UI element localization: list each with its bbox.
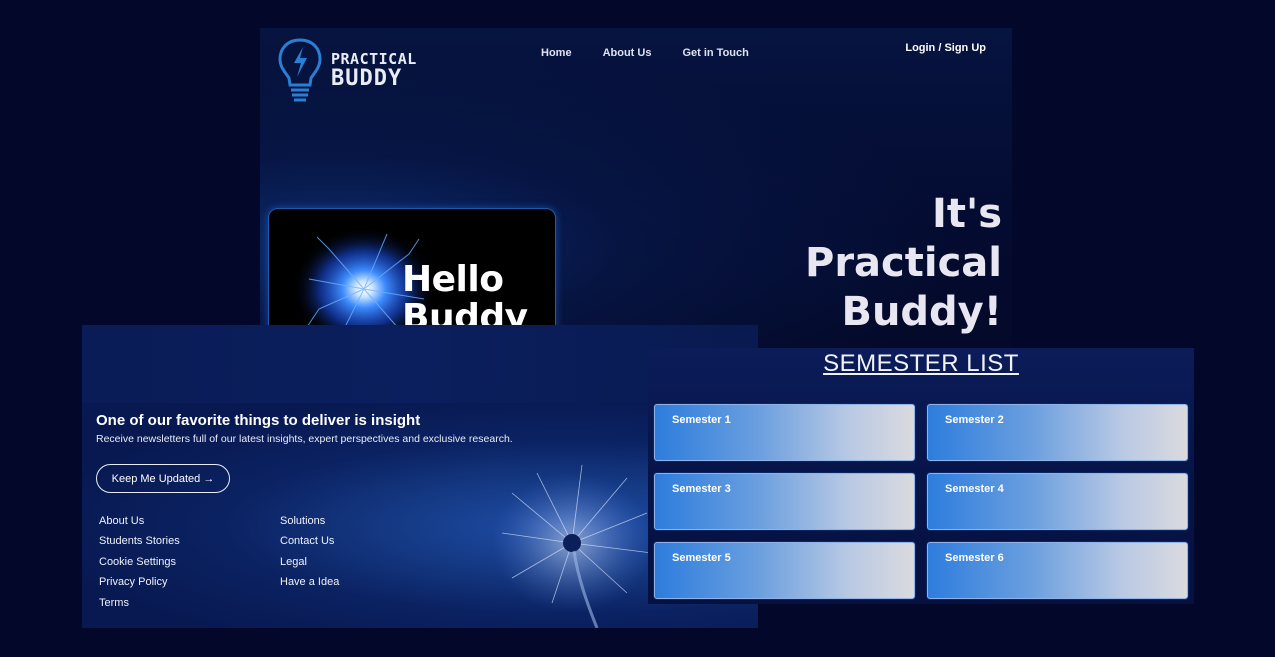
keep-me-updated-button[interactable]: Keep Me Updated → [96, 464, 230, 493]
footer-link-contact-us[interactable]: Contact Us [280, 535, 339, 555]
footer-link-about-us[interactable]: About Us [99, 515, 180, 535]
footer-link-legal[interactable]: Legal [280, 556, 339, 576]
nav-home[interactable]: Home [541, 47, 572, 59]
brand-name: PRACTICAL BUDDY [331, 49, 417, 92]
semester-grid: Semester 1 Semester 2 Semester 3 Semeste… [654, 404, 1188, 599]
footer-link-cookie-settings[interactable]: Cookie Settings [99, 556, 180, 576]
brand-line-1: PRACTICAL [331, 49, 417, 68]
semester-card-5[interactable]: Semester 5 [654, 542, 915, 599]
main-nav: Home About Us Get in Touch [541, 47, 749, 59]
newsletter-subtitle: Receive newsletters full of our latest i… [96, 433, 513, 445]
semester-card-3[interactable]: Semester 3 [654, 473, 915, 530]
lightbulb-bolt-icon [278, 38, 322, 102]
footer-link-have-a-idea[interactable]: Have a Idea [280, 576, 339, 596]
nav-get-in-touch[interactable]: Get in Touch [682, 47, 748, 59]
semester-list-panel: SEMESTER LIST Semester 1 Semester 2 Seme… [648, 348, 1194, 604]
footer-link-solutions[interactable]: Solutions [280, 515, 339, 535]
semester-card-6[interactable]: Semester 6 [927, 542, 1188, 599]
hero-tagline: It's Practical Buddy! [805, 190, 1002, 337]
keep-me-updated-label: Keep Me Updated → [111, 472, 215, 485]
tagline-line-1: It's [931, 191, 1002, 237]
footer-link-terms[interactable]: Terms [99, 597, 180, 617]
nav-about-us[interactable]: About Us [603, 47, 652, 59]
footer-links-col1: About Us Students Stories Cookie Setting… [99, 515, 180, 617]
semester-card-4[interactable]: Semester 4 [927, 473, 1188, 530]
login-signup-link[interactable]: Login / Sign Up [905, 42, 986, 54]
newsletter-title: One of our favorite things to deliver is… [96, 412, 421, 429]
footer-link-students-stories[interactable]: Students Stories [99, 535, 180, 555]
tagline-line-2: Practical [805, 240, 1002, 286]
tagline-line-3: Buddy! [841, 289, 1002, 335]
semester-card-2[interactable]: Semester 2 [927, 404, 1188, 461]
semester-list-title[interactable]: SEMESTER LIST [648, 348, 1194, 378]
brand-logo[interactable]: PRACTICAL BUDDY [277, 37, 417, 105]
hello-line-1: Hello [402, 259, 504, 300]
semester-card-1[interactable]: Semester 1 [654, 404, 915, 461]
footer-links-col2: Solutions Contact Us Legal Have a Idea [280, 515, 339, 597]
brand-line-2: BUDDY [331, 66, 403, 92]
footer-link-privacy-policy[interactable]: Privacy Policy [99, 576, 180, 596]
